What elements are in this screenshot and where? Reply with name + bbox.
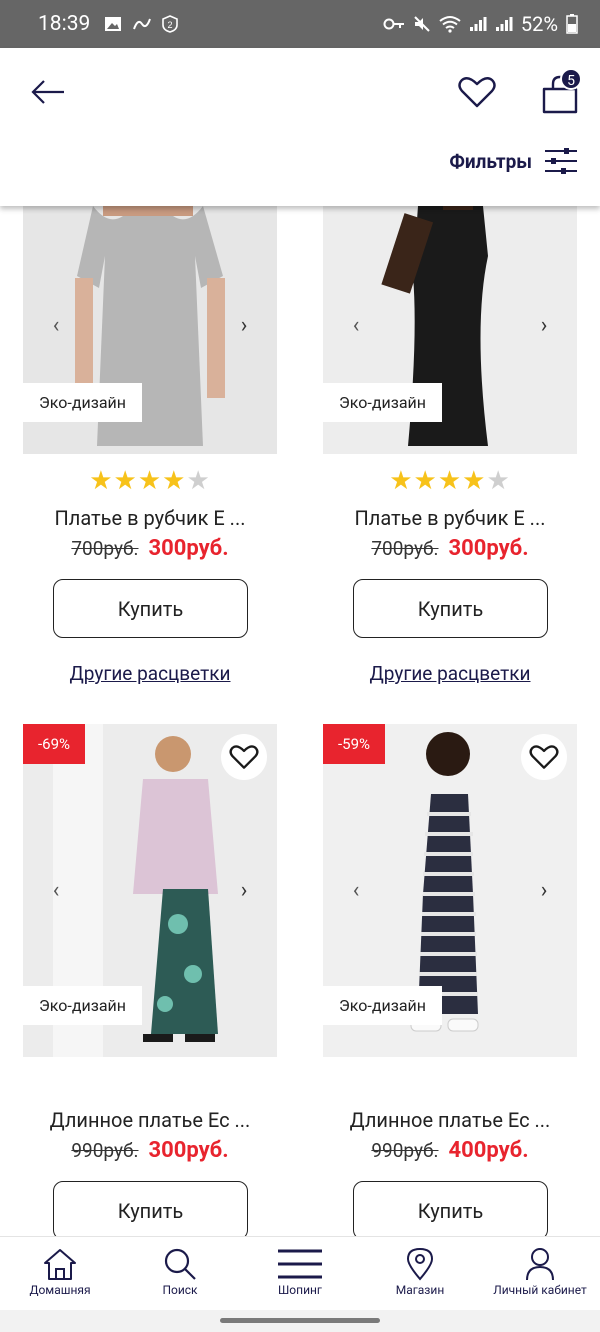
product-image[interactable]: ‹ › Эко-дизайн <box>23 206 277 454</box>
old-price: 990руб. <box>71 1139 139 1162</box>
prev-image-button[interactable]: ‹ <box>343 307 369 343</box>
sliders-icon <box>545 148 577 174</box>
filters-button[interactable]: Фильтры <box>449 148 578 174</box>
nav-account[interactable]: Личный кабинет <box>480 1237 600 1310</box>
search-icon <box>164 1248 196 1280</box>
product-name[interactable]: Платье в рубчик Е ... <box>23 506 277 530</box>
add-to-wishlist-button[interactable] <box>521 734 567 780</box>
prev-image-button[interactable]: ‹ <box>343 873 369 909</box>
eco-design-badge: Эко-дизайн <box>323 986 442 1025</box>
eco-design-badge: Эко-дизайн <box>323 383 442 422</box>
product-prices: 990руб. 300руб. <box>23 1138 277 1163</box>
product-image[interactable]: ‹ › Эко-дизайн <box>323 206 577 454</box>
product-name[interactable]: Длинное платье Ec ... <box>23 1108 277 1132</box>
nav-shopping[interactable]: Шопинг <box>240 1237 360 1310</box>
user-icon <box>526 1248 554 1281</box>
status-time: 18:39 <box>38 12 91 36</box>
app-header: 5 Фильтры <box>0 48 600 206</box>
product-name[interactable]: Платье в рубчик Е ... <box>323 506 577 530</box>
old-price: 700руб. <box>71 537 139 560</box>
battery-icon <box>566 14 578 34</box>
nav-search[interactable]: Поиск <box>120 1237 240 1310</box>
nav-shopping-label: Шопинг <box>278 1283 322 1297</box>
product-prices: 990руб. 400руб. <box>323 1138 577 1163</box>
nav-store-label: Магазин <box>395 1283 445 1297</box>
menu-icon <box>278 1249 322 1279</box>
product-grid: ‹ › Эко-дизайн ★★★★★ Платье в рубчик Е .… <box>0 206 600 1236</box>
arrow-left-icon <box>31 80 64 104</box>
star-empty-icon: ★ <box>186 466 211 496</box>
heart-icon <box>458 77 496 108</box>
product-image[interactable]: -59% ‹ › Эко-дизайн <box>323 724 577 1057</box>
nav-home[interactable]: Домашняя <box>0 1237 120 1310</box>
back-button[interactable] <box>28 74 68 110</box>
heart-icon <box>529 745 559 769</box>
new-price: 400руб. <box>448 1138 529 1163</box>
status-bar: 18:39 2 52% <box>0 0 600 48</box>
nav-store[interactable]: Магазин <box>360 1237 480 1310</box>
svg-text:2: 2 <box>168 20 173 30</box>
other-colors-link[interactable]: Другие расцветки <box>23 662 277 685</box>
next-image-button[interactable]: › <box>531 307 557 343</box>
new-price: 300руб. <box>148 1138 229 1163</box>
star-empty-icon: ★ <box>486 466 511 496</box>
nav-account-label: Личный кабинет <box>493 1283 587 1297</box>
product-name[interactable]: Длинное платье Ec ... <box>323 1108 577 1132</box>
add-to-wishlist-button[interactable] <box>221 734 267 780</box>
product-prices: 700руб. 300руб. <box>323 536 577 561</box>
image-icon <box>104 16 122 32</box>
rating-stars: ★★★★★ <box>323 466 577 496</box>
home-indicator[interactable] <box>220 1318 380 1323</box>
star-filled-icon: ★★★★ <box>89 466 187 496</box>
buy-button[interactable]: Купить <box>353 1181 548 1236</box>
battery-percent: 52% <box>520 12 558 36</box>
product-prices: 700руб. 300руб. <box>23 536 277 561</box>
buy-button[interactable]: Купить <box>53 579 248 638</box>
location-pin-icon <box>406 1247 434 1281</box>
new-price: 300руб. <box>448 536 529 561</box>
filters-label: Фильтры <box>449 149 532 173</box>
rating-stars: ★★★★★ <box>23 466 277 496</box>
wifi-icon <box>439 15 461 33</box>
cart-button[interactable]: 5 <box>538 68 582 114</box>
nav-home-label: Домашняя <box>29 1283 91 1297</box>
two-badge-icon: 2 <box>162 15 179 33</box>
old-price: 700руб. <box>371 537 439 560</box>
discount-badge: -59% <box>323 724 385 764</box>
eco-design-badge: Эко-дизайн <box>23 383 142 422</box>
buy-button[interactable]: Купить <box>353 579 548 638</box>
next-image-button[interactable]: › <box>531 873 557 909</box>
prev-image-button[interactable]: ‹ <box>43 307 69 343</box>
discount-badge: -69% <box>23 724 85 764</box>
cart-count-badge: 5 <box>560 68 582 90</box>
eco-design-badge: Эко-дизайн <box>23 986 142 1025</box>
star-filled-icon: ★★★★ <box>389 466 487 496</box>
nfc-icon <box>132 16 152 32</box>
heart-icon <box>229 745 259 769</box>
next-image-button[interactable]: › <box>231 307 257 343</box>
new-price: 300руб. <box>148 536 229 561</box>
signal-icon <box>469 16 487 32</box>
product-image[interactable]: -69% ‹ › Эко-дизайн <box>23 724 277 1057</box>
key-icon <box>383 17 405 31</box>
system-gesture-bar <box>0 1310 600 1332</box>
next-image-button[interactable]: › <box>231 873 257 909</box>
mute-icon <box>413 15 431 33</box>
other-colors-link[interactable]: Другие расцветки <box>323 662 577 685</box>
old-price: 990руб. <box>371 1139 439 1162</box>
prev-image-button[interactable]: ‹ <box>43 873 69 909</box>
nav-search-label: Поиск <box>162 1283 198 1297</box>
wishlist-button[interactable] <box>456 72 498 112</box>
bottom-navigation: Домашняя Поиск Шопинг Магазин Личный каб… <box>0 1236 600 1310</box>
signal-icon <box>495 16 513 32</box>
home-icon <box>44 1249 76 1280</box>
buy-button[interactable]: Купить <box>53 1181 248 1236</box>
